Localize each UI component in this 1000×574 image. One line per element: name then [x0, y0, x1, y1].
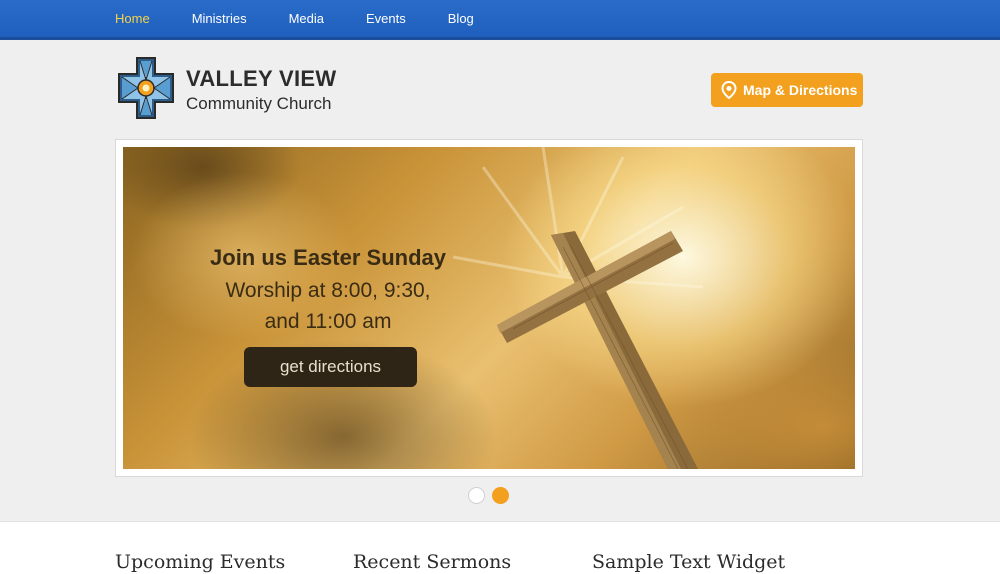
widget-area: Upcoming Events Recent Sermons Sample Te…: [0, 521, 1000, 574]
map-directions-button[interactable]: Map & Directions: [711, 73, 863, 107]
widget-title-sample-text: Sample Text Widget: [592, 551, 786, 573]
slide-heading: Join us Easter Sunday: [210, 245, 446, 270]
slider-dot-2[interactable]: [492, 487, 509, 504]
nav-item-events[interactable]: Events: [366, 11, 406, 26]
site-subtitle[interactable]: Community Church: [186, 94, 332, 114]
hero-slider: Join us Easter Sunday Worship at 8:00, 9…: [115, 139, 863, 477]
slide-line-2: and 11:00 am: [264, 310, 392, 333]
nav-item-ministries[interactable]: Ministries: [192, 11, 247, 26]
top-navigation: Home Ministries Media Events Blog: [0, 0, 1000, 40]
slide-easter: Join us Easter Sunday Worship at 8:00, 9…: [123, 147, 855, 469]
slide-caption: Join us Easter Sunday Worship at 8:00, 9…: [183, 245, 473, 337]
nav-menu: Home Ministries Media Events Blog: [115, 0, 516, 37]
site-title[interactable]: VALLEY VIEW: [186, 66, 336, 92]
get-directions-button[interactable]: get directions: [244, 347, 417, 387]
slider-dot-1[interactable]: [468, 487, 485, 504]
slide-line-1: Worship at 8:00, 9:30,: [225, 279, 431, 302]
nav-item-media[interactable]: Media: [289, 11, 324, 26]
widget-title-upcoming-events: Upcoming Events: [115, 551, 286, 573]
slider-pagination: [468, 487, 516, 504]
map-pin-icon: [721, 80, 737, 100]
nav-item-blog[interactable]: Blog: [448, 11, 474, 26]
widget-title-recent-sermons: Recent Sermons: [353, 551, 512, 573]
stained-glass-cross-icon[interactable]: [115, 56, 177, 120]
map-directions-label: Map & Directions: [743, 82, 858, 98]
nav-item-home[interactable]: Home: [115, 11, 150, 26]
